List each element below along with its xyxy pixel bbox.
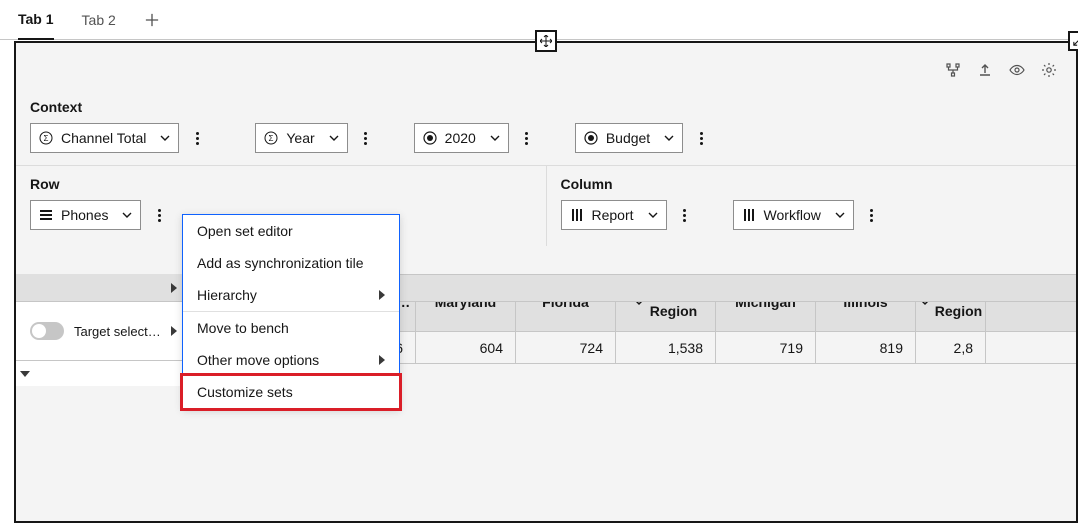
target-selection-toggle[interactable]	[30, 322, 64, 340]
column-workflow-pill[interactable]: Workflow	[733, 200, 854, 230]
submenu-caret-icon	[379, 355, 385, 365]
year-value-more-button[interactable]	[519, 123, 535, 153]
row-phones-label: Phones	[61, 207, 108, 223]
row-phones-more-button[interactable]	[151, 200, 167, 230]
menu-customize-sets[interactable]: Customize sets	[183, 376, 399, 408]
budget-pill[interactable]: Budget	[575, 123, 683, 153]
channel-pill-label: Channel Total	[61, 130, 146, 146]
tab-1[interactable]: Tab 1	[18, 0, 54, 40]
tab-2[interactable]: Tab 2	[82, 0, 116, 40]
column-report-pill[interactable]: Report	[561, 200, 667, 230]
target-selection-label: Target selecti…	[74, 324, 161, 339]
add-tab-button[interactable]	[144, 12, 160, 28]
canvas-expand-handle[interactable]	[1068, 31, 1078, 51]
menu-other-move-options[interactable]: Other move options	[183, 344, 399, 376]
menu-open-set-editor[interactable]: Open set editor	[183, 215, 399, 247]
column-report-more-button[interactable]	[677, 200, 693, 230]
column-report-label: Report	[592, 207, 634, 223]
grid-left-panel: Target selecti…	[16, 274, 186, 386]
expand-down-icon[interactable]	[20, 371, 30, 377]
data-cell[interactable]: 719	[716, 332, 816, 363]
year-pill[interactable]: Σ Year	[255, 123, 347, 153]
view-canvas: Context Σ Channel Total Σ Year	[14, 41, 1078, 523]
hierarchy-icon[interactable]	[944, 61, 962, 79]
column-workflow-label: Workflow	[764, 207, 821, 223]
budget-more-button[interactable]	[693, 123, 709, 153]
submenu-caret-icon	[379, 290, 385, 300]
data-cell[interactable]: 819	[816, 332, 916, 363]
canvas-toolbar	[944, 61, 1058, 79]
menu-add-sync-tile[interactable]: Add as synchronization tile	[183, 247, 399, 279]
data-cell[interactable]: 724	[516, 332, 616, 363]
row-label: Row	[30, 176, 532, 192]
menu-move-to-bench[interactable]: Move to bench	[183, 312, 399, 344]
row-phones-pill[interactable]: Phones	[30, 200, 141, 230]
channel-pill[interactable]: Σ Channel Total	[30, 123, 179, 153]
data-cell[interactable]: 2,8	[916, 332, 986, 363]
settings-icon[interactable]	[1040, 61, 1058, 79]
expand-right-icon[interactable]	[171, 283, 177, 293]
year-value-label: 2020	[445, 130, 476, 146]
year-more-button[interactable]	[358, 123, 374, 153]
data-cell[interactable]: 1,538	[616, 332, 716, 363]
data-cell[interactable]: 604	[416, 332, 516, 363]
menu-hierarchy[interactable]: Hierarchy	[183, 279, 399, 311]
visibility-icon[interactable]	[1008, 61, 1026, 79]
budget-pill-label: Budget	[606, 130, 650, 146]
svg-text:Σ: Σ	[44, 134, 49, 143]
year-pill-label: Year	[286, 130, 314, 146]
context-label: Context	[30, 99, 1062, 115]
grid-area: Target selecti… Massachus…MarylandFlorid…	[16, 274, 1076, 364]
target-expand-icon[interactable]	[171, 326, 177, 336]
upload-icon[interactable]	[976, 61, 994, 79]
column-label: Column	[561, 176, 1063, 192]
row-context-menu: Open set editor Add as synchronization t…	[182, 214, 400, 409]
column-section: Column Report Workflow	[546, 166, 1077, 246]
column-workflow-more-button[interactable]	[864, 200, 880, 230]
channel-more-button[interactable]	[189, 123, 205, 153]
context-section: Context Σ Channel Total Σ Year	[16, 43, 1076, 165]
canvas-move-handle[interactable]	[535, 30, 557, 52]
svg-text:Σ: Σ	[269, 134, 274, 143]
year-value-pill[interactable]: 2020	[414, 123, 509, 153]
